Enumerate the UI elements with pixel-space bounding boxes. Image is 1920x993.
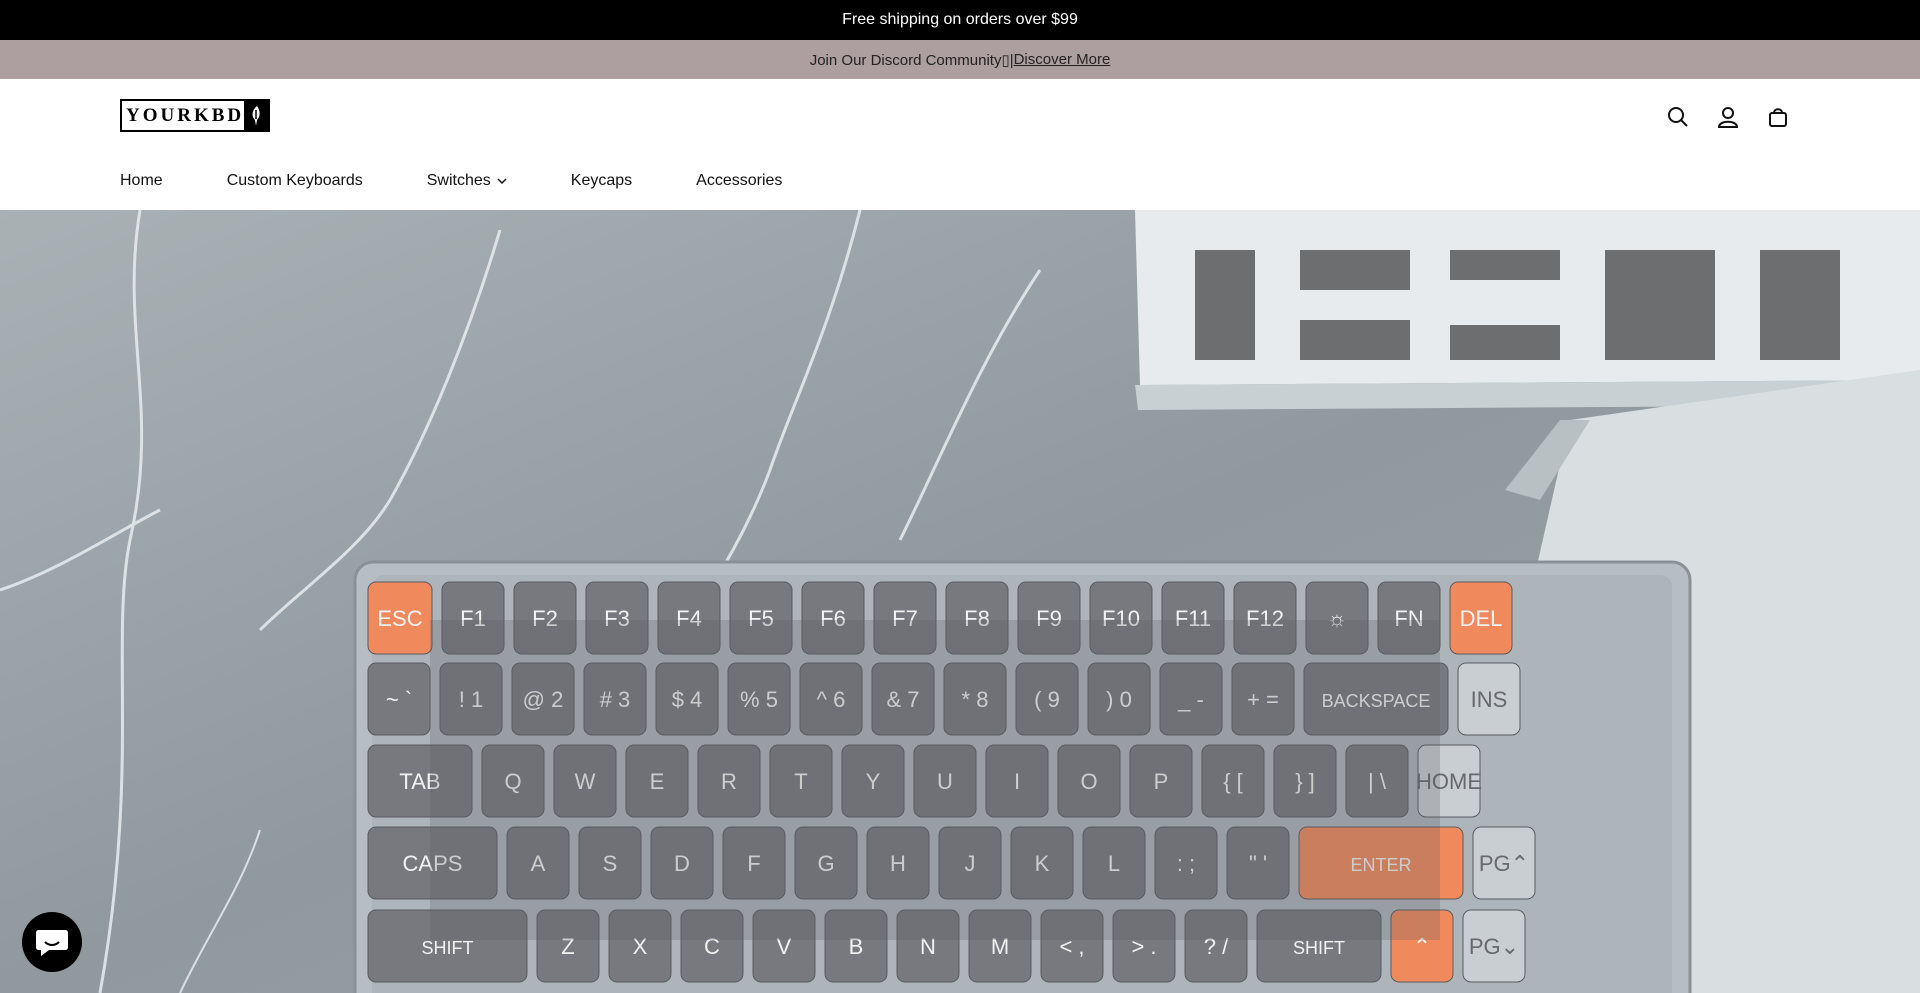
chevron-down-icon — [497, 178, 507, 185]
keycap-label: ESC — [377, 606, 422, 631]
keycap-label: DEL — [1460, 606, 1503, 631]
key-legend-overlay — [430, 620, 1440, 940]
nav-item-custom-keyboards[interactable]: Custom Keyboards — [227, 172, 363, 190]
discord-bar: Join Our Discord Community▯| Discover Mo… — [0, 40, 1920, 79]
nav-label: Keycaps — [570, 172, 633, 189]
nav-item-switches[interactable]: Switches — [427, 172, 507, 190]
nav-item-accessories[interactable]: Accessories — [696, 172, 782, 190]
main-nav: Home Custom Keyboards Switches Keycaps A… — [120, 172, 782, 190]
keycap-label: SHIFT — [422, 938, 474, 958]
hero-image: ESCF1F2F3F4F5F6F7F8F9F10F11F12☼FNDEL~ `!… — [0, 210, 1920, 993]
nav-label: Home — [120, 172, 163, 189]
announcement-text: Free shipping on orders over $99 — [842, 11, 1078, 28]
nav-item-home[interactable]: Home — [120, 172, 163, 190]
nav-item-keycaps[interactable]: Keycaps — [571, 172, 632, 190]
keycap-label: PG⌄ — [1469, 934, 1519, 959]
announcement-bar: Free shipping on orders over $99 — [0, 0, 1920, 40]
nav-label: Custom Keyboards — [226, 172, 363, 189]
keycap-label: PG⌃ — [1479, 851, 1529, 876]
keycap-label: INS — [1471, 687, 1508, 712]
search-icon[interactable] — [1666, 105, 1690, 129]
site-header: YOURKBD Home Custom Keyboards Switches K… — [0, 79, 1920, 210]
logo[interactable]: YOURKBD — [120, 99, 270, 132]
logo-text: YOURKBD — [126, 104, 245, 126]
discover-more-link[interactable]: Discover More — [1014, 51, 1111, 68]
discord-text: Join Our Discord Community▯| — [809, 51, 1014, 69]
header-icons — [1666, 105, 1790, 129]
design-book — [1135, 210, 1920, 410]
chat-button[interactable] — [22, 912, 82, 972]
logo-mark-icon — [244, 101, 268, 130]
cart-icon[interactable] — [1766, 105, 1790, 129]
nav-label: Accessories — [696, 172, 783, 189]
chat-icon — [36, 930, 68, 956]
nav-label: Switches — [426, 172, 491, 189]
keycap-label: SHIFT — [1293, 938, 1345, 958]
hero-banner[interactable]: ESCF1F2F3F4F5F6F7F8F9F10F11F12☼FNDEL~ `!… — [0, 210, 1920, 993]
account-icon[interactable] — [1716, 105, 1740, 129]
keycap-label: ~ ` — [386, 687, 412, 712]
